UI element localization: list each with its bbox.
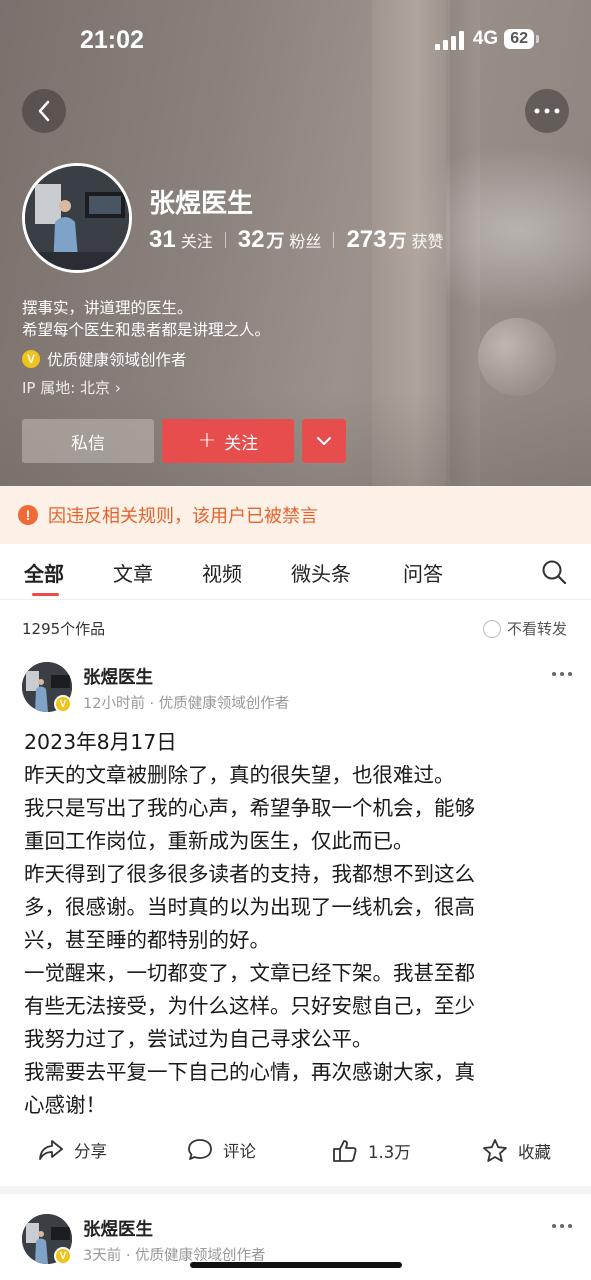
signal-icon [434, 28, 467, 50]
avatar-photo [25, 166, 129, 270]
bio-line-2: 希望每个医生和患者都是讲理之人。 [22, 321, 271, 339]
share-label: 分享 [74, 1142, 107, 1161]
battery-icon: 62 [504, 29, 539, 49]
post-author[interactable]: 张煜医生 [83, 1216, 153, 1241]
post-author[interactable]: 张煜医生 [83, 664, 153, 689]
tab-all[interactable]: 全部 [24, 558, 64, 587]
creator-label: V 优质健康领域创作者 [22, 348, 187, 370]
active-tab-indicator [32, 593, 59, 596]
comment-button[interactable]: 评论 [187, 1138, 256, 1162]
more-icon [534, 108, 560, 114]
followers-unit: 万 [266, 231, 285, 252]
followers-label: 粉丝 [289, 232, 322, 251]
share-button[interactable]: 分享 [38, 1138, 107, 1162]
likes-count[interactable]: 273 [346, 226, 386, 254]
creator-text: 优质健康领域创作者 [47, 351, 187, 369]
back-icon [38, 100, 50, 122]
background-sphere [478, 318, 556, 396]
comment-label: 评论 [223, 1142, 256, 1161]
tab-micro-posts[interactable]: 微头条 [291, 558, 351, 587]
more-button[interactable] [525, 89, 569, 133]
favorite-button[interactable]: 收藏 [482, 1138, 551, 1164]
profile-name: 张煜医生 [149, 189, 254, 219]
message-button[interactable]: 私信 [22, 419, 154, 463]
tab-qa[interactable]: 问答 [403, 558, 443, 587]
likes-label: 获赞 [411, 232, 444, 251]
radio-icon [482, 619, 501, 638]
banned-notice: ! 因违反相关规则，该用户已被禁言 [0, 486, 591, 544]
works-bar: 1295个作品 不看转发 [0, 600, 591, 656]
follow-label: 关注 [224, 433, 259, 454]
like-button[interactable]: 1.3万 [332, 1138, 411, 1164]
post-header: V 张煜医生 12小时前 · 优质健康领域创作者 [22, 662, 572, 714]
ip-location[interactable]: IP 属地: 北京 › [22, 377, 121, 398]
back-button[interactable] [22, 89, 66, 133]
favorite-icon [483, 1139, 507, 1162]
favorite-label: 收藏 [518, 1143, 551, 1162]
followers-count[interactable]: 32 [238, 226, 265, 254]
post-actions: 分享 评论 1.3万 收藏 [0, 1130, 591, 1174]
verified-icon: V [22, 350, 40, 368]
post-header: V 张煜医生 3天前 · 优质健康领域创作者 [22, 1214, 572, 1266]
profile-bio: 摆事实，讲道理的医生。 希望每个医生和患者都是讲理之人。 [22, 297, 270, 341]
plus-icon: + [197, 428, 217, 453]
battery-level: 62 [504, 29, 534, 49]
likes-unit: 万 [388, 231, 407, 252]
warning-icon: ! [18, 505, 38, 525]
post-body[interactable]: 2023年8月17日 昨天的文章被删除了，真的很失望，也很难过。 我只是写出了我… [24, 726, 564, 1122]
works-count: 1295个作品 [22, 620, 106, 638]
network-label: 4G [472, 28, 499, 49]
avatar[interactable] [22, 163, 132, 273]
status-time: 21:02 [80, 26, 144, 54]
post-divider [0, 1186, 591, 1194]
share-icon [39, 1140, 63, 1160]
comment-icon [188, 1139, 212, 1160]
tab-articles[interactable]: 文章 [113, 558, 153, 587]
post-more-icon[interactable] [552, 1224, 572, 1228]
like-icon [333, 1140, 357, 1162]
post-more-icon[interactable] [552, 672, 572, 676]
search-icon[interactable] [541, 559, 567, 585]
follow-dropdown-button[interactable] [302, 419, 346, 463]
hide-reposts-label: 不看转发 [506, 620, 567, 638]
content-tabs: 全部 文章 视频 微头条 问答 [0, 544, 591, 600]
verified-icon: V [54, 695, 72, 713]
follow-button[interactable]: + 关注 [162, 419, 294, 463]
notice-text: 因违反相关规则，该用户已被禁言 [48, 506, 318, 527]
following-count[interactable]: 31 [149, 226, 176, 254]
home-indicator[interactable] [190, 1262, 402, 1268]
like-count: 1.3万 [368, 1143, 411, 1162]
hide-reposts-toggle[interactable]: 不看转发 [482, 618, 567, 639]
profile-header: 21:02 4G 62 张煜医生 31 关注 32 万 粉丝 273 万 获赞 … [0, 0, 591, 486]
tab-videos[interactable]: 视频 [202, 558, 242, 587]
profile-stats: 31 关注 32 万 粉丝 273 万 获赞 [149, 226, 444, 254]
chevron-down-icon [317, 437, 331, 445]
following-label: 关注 [180, 232, 213, 251]
post-meta: 12小时前 · 优质健康领域创作者 [83, 696, 290, 712]
bio-line-1: 摆事实，讲道理的医生。 [22, 299, 193, 317]
verified-icon: V [54, 1247, 72, 1265]
status-indicators: 4G 62 [434, 28, 539, 50]
